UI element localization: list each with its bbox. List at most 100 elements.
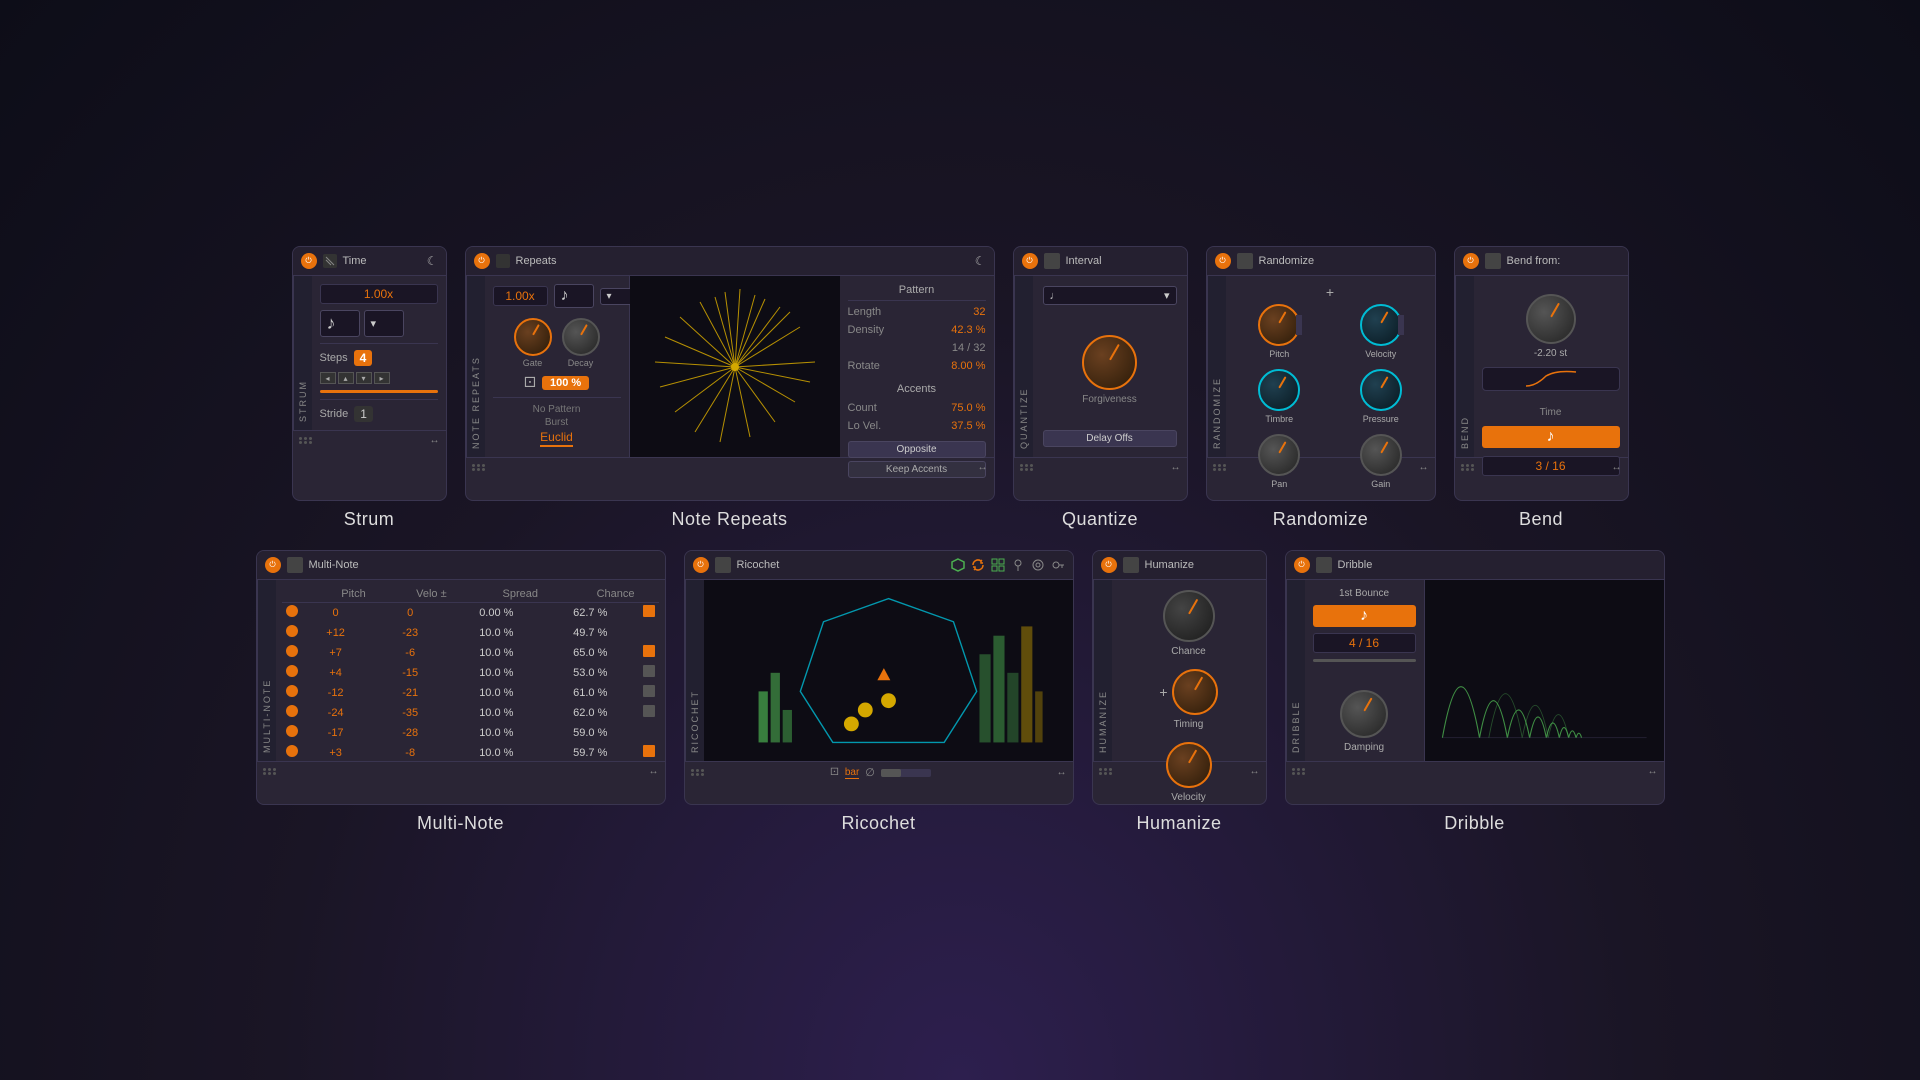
strum-arrow-2[interactable]: ▴ (338, 372, 354, 384)
row-spread[interactable]: 10.0 % (451, 683, 542, 703)
rand-pan-knob[interactable] (1258, 434, 1300, 476)
row-power-btn[interactable] (286, 605, 298, 617)
nr-note-dropdown[interactable]: ♪ (554, 284, 594, 308)
rand-pitch-knob[interactable] (1258, 304, 1300, 346)
row-chance[interactable]: 59.0 % (542, 723, 639, 743)
row-power-cell[interactable] (282, 623, 302, 643)
row-pitch[interactable]: +3 (302, 743, 370, 762)
row-velo[interactable]: -8 (370, 743, 451, 762)
drib-damping-knob[interactable] (1340, 690, 1388, 738)
hum-velocity-knob[interactable] (1166, 742, 1212, 788)
row-spread[interactable]: 10.0 % (451, 723, 542, 743)
nr-opposite-btn[interactable]: Opposite (848, 441, 986, 458)
rico-grid-icon[interactable] (991, 558, 1005, 572)
row-spread[interactable]: 10.0 % (451, 743, 542, 762)
row-power-btn[interactable] (286, 745, 298, 757)
nr-euclid[interactable]: Euclid (540, 430, 573, 447)
row-velo[interactable]: -21 (370, 683, 451, 703)
row-pitch[interactable]: +7 (302, 643, 370, 663)
nr-burst[interactable]: Burst (545, 417, 568, 428)
row-chance[interactable]: 59.7 % (542, 743, 639, 762)
row-pitch[interactable]: 0 (302, 603, 370, 623)
mn-power-button[interactable] (265, 557, 281, 573)
strum-note-dropdown[interactable]: ♪ (320, 310, 360, 337)
row-chance[interactable]: 61.0 % (542, 683, 639, 703)
hum-power-button[interactable] (1101, 557, 1117, 573)
rico-progress-bar[interactable] (881, 769, 931, 777)
rico-key-icon[interactable] (1051, 558, 1065, 572)
rico-bar-label[interactable]: bar (845, 767, 859, 779)
strum-arrow-3[interactable]: ▾ (356, 372, 372, 384)
row-power-cell[interactable] (282, 703, 302, 723)
rand-pressure-knob[interactable] (1360, 369, 1402, 411)
bend-time-value[interactable]: 3 / 16 (1482, 456, 1620, 476)
row-spread[interactable]: 0.00 % (451, 603, 542, 623)
rico-target-icon[interactable] (1031, 558, 1045, 572)
rico-hexagon-icon[interactable] (951, 558, 965, 572)
strum-power-button[interactable] (301, 253, 317, 269)
drib-slider[interactable] (1313, 659, 1416, 662)
bend-knob[interactable] (1526, 294, 1576, 344)
row-power-btn[interactable] (286, 625, 298, 637)
strum-stride-value[interactable]: 1 (354, 406, 373, 422)
row-velo[interactable]: -6 (370, 643, 451, 663)
nr-no-pattern[interactable]: No Pattern (533, 404, 581, 415)
bend-power-button[interactable] (1463, 253, 1479, 269)
row-power-cell[interactable] (282, 683, 302, 703)
row-velo[interactable]: -15 (370, 663, 451, 683)
row-chance[interactable]: 49.7 % (542, 623, 639, 643)
nr-decay-knob[interactable] (562, 318, 600, 356)
rico-refresh-icon[interactable] (971, 558, 985, 572)
strum-arrow-1[interactable]: ◂ (320, 372, 336, 384)
row-pitch[interactable]: +4 (302, 663, 370, 683)
row-spread[interactable]: 10.0 % (451, 703, 542, 723)
row-chance[interactable]: 53.0 % (542, 663, 639, 683)
rand-timbre-knob[interactable] (1258, 369, 1300, 411)
rico-pin-icon[interactable] (1011, 558, 1025, 572)
nr-gate-knob[interactable] (514, 318, 552, 356)
row-power-btn[interactable] (286, 705, 298, 717)
row-power-btn[interactable] (286, 645, 298, 657)
nr-power-button[interactable] (474, 253, 490, 269)
rand-power-button[interactable] (1215, 253, 1231, 269)
strum-arrow-4[interactable]: ▸ (374, 372, 390, 384)
row-velo[interactable]: -35 (370, 703, 451, 723)
row-power-btn[interactable] (286, 725, 298, 737)
row-velo[interactable]: -23 (370, 623, 451, 643)
row-chance[interactable]: 62.0 % (542, 703, 639, 723)
row-power-cell[interactable] (282, 663, 302, 683)
q-power-button[interactable] (1022, 253, 1038, 269)
strum-steps-value[interactable]: 4 (354, 350, 373, 366)
row-pitch[interactable]: -24 (302, 703, 370, 723)
row-power-btn[interactable] (286, 665, 298, 677)
row-spread[interactable]: 10.0 % (451, 623, 542, 643)
row-pitch[interactable]: -17 (302, 723, 370, 743)
q-interval-dropdown[interactable]: ♩ ▾ (1043, 286, 1177, 305)
rico-power-button[interactable] (693, 557, 709, 573)
row-chance[interactable]: 65.0 % (542, 643, 639, 663)
row-velo[interactable]: -28 (370, 723, 451, 743)
row-pitch[interactable]: -12 (302, 683, 370, 703)
q-delay-offs-btn[interactable]: Delay Offs (1043, 430, 1177, 447)
row-pitch[interactable]: +12 (302, 623, 370, 643)
bend-time-note[interactable]: ♪ (1482, 426, 1620, 448)
strum-mode-dropdown[interactable]: ▾ (364, 310, 404, 337)
nr-keep-accents-btn[interactable]: Keep Accents (848, 461, 986, 478)
row-power-cell[interactable] (282, 723, 302, 743)
row-chance[interactable]: 62.7 % (542, 603, 639, 623)
row-power-cell[interactable] (282, 603, 302, 623)
row-power-cell[interactable] (282, 743, 302, 762)
strum-rate-display[interactable]: 1.00x (320, 284, 438, 304)
hum-timing-knob[interactable] (1172, 669, 1218, 715)
row-velo[interactable]: 0 (370, 603, 451, 623)
hum-chance-knob[interactable] (1163, 590, 1215, 642)
drib-power-button[interactable] (1294, 557, 1310, 573)
drib-time-value[interactable]: 4 / 16 (1313, 633, 1416, 653)
row-power-btn[interactable] (286, 685, 298, 697)
row-spread[interactable]: 10.0 % (451, 643, 542, 663)
row-power-cell[interactable] (282, 643, 302, 663)
row-spread[interactable]: 10.0 % (451, 663, 542, 683)
rand-velocity-knob[interactable] (1360, 304, 1402, 346)
nr-rate-display[interactable]: 1.00x (493, 286, 548, 306)
rand-gain-knob[interactable] (1360, 434, 1402, 476)
